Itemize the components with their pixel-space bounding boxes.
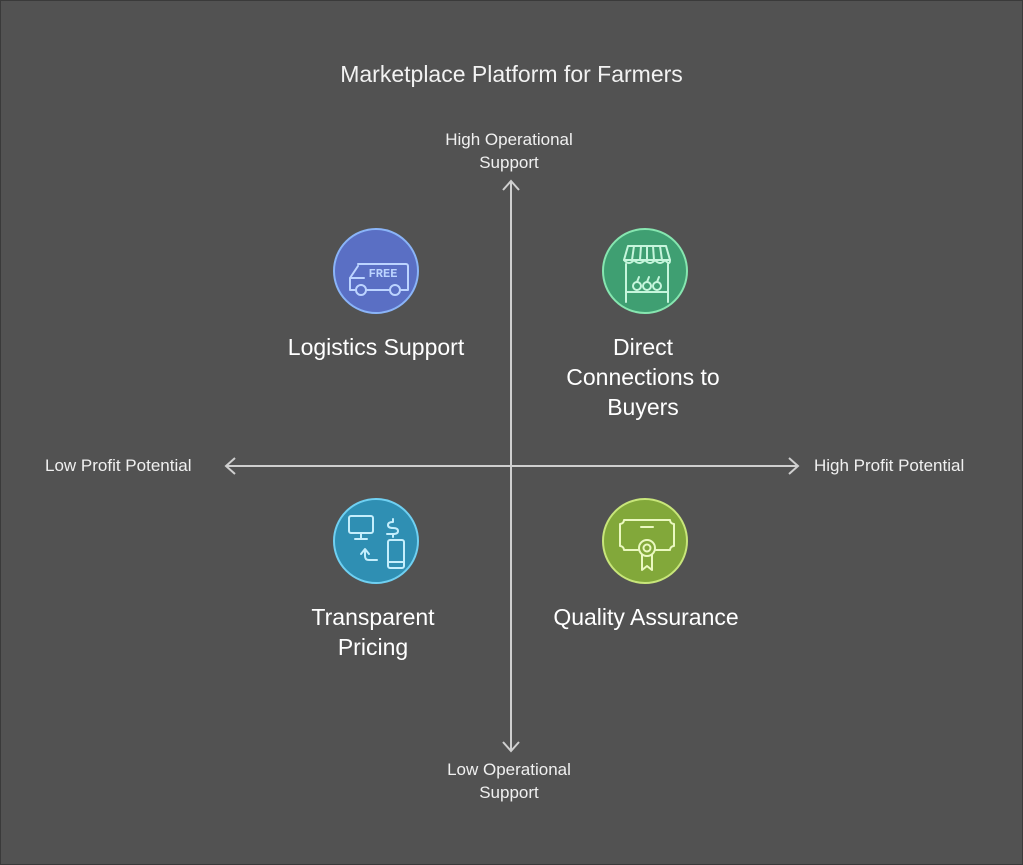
price-exchange-icon (348, 515, 405, 569)
transparent-pricing-label: Transparent Pricing (263, 602, 483, 662)
y-axis-bottom-label: Low Operational Support (409, 758, 609, 804)
market-stall-icon (623, 245, 671, 303)
free-text: FREE (369, 267, 398, 281)
quality-assurance-label: Quality Assurance (553, 604, 739, 630)
transparent-pricing-label-line-1: Transparent (311, 604, 435, 630)
certificate-icon (619, 519, 675, 571)
direct-connections-label-line-1: Direct (612, 334, 674, 360)
direct-connections-label: Direct Connections to Buyers (533, 332, 753, 422)
logistics-support-label: Logistics Support (287, 334, 465, 360)
quality-assurance-icon-circle (602, 498, 688, 584)
y-axis-top-label: High Operational Support (409, 128, 609, 174)
transparent-pricing-icon-circle (333, 498, 419, 584)
direct-connections-label-line-2: Connections to (566, 364, 720, 390)
y-axis-bottom-label-line-2: Support (479, 783, 539, 802)
direct-connections-icon-circle (602, 228, 688, 314)
y-axis-bottom-label-line-1: Low Operational (447, 760, 571, 779)
y-axis-top-label-line-2: Support (479, 153, 539, 172)
x-axis-left-label: Low Profit Potential (45, 456, 192, 475)
y-axis-top-label-line-1: High Operational (445, 130, 573, 149)
transparent-pricing-label-line-2: Pricing (337, 634, 409, 660)
x-axis-right-label: High Profit Potential (814, 456, 965, 475)
direct-connections-label-line-3: Buyers (607, 394, 679, 420)
logistics-icon-circle: FREE (333, 228, 419, 314)
free-delivery-truck-icon: FREE (349, 263, 409, 296)
